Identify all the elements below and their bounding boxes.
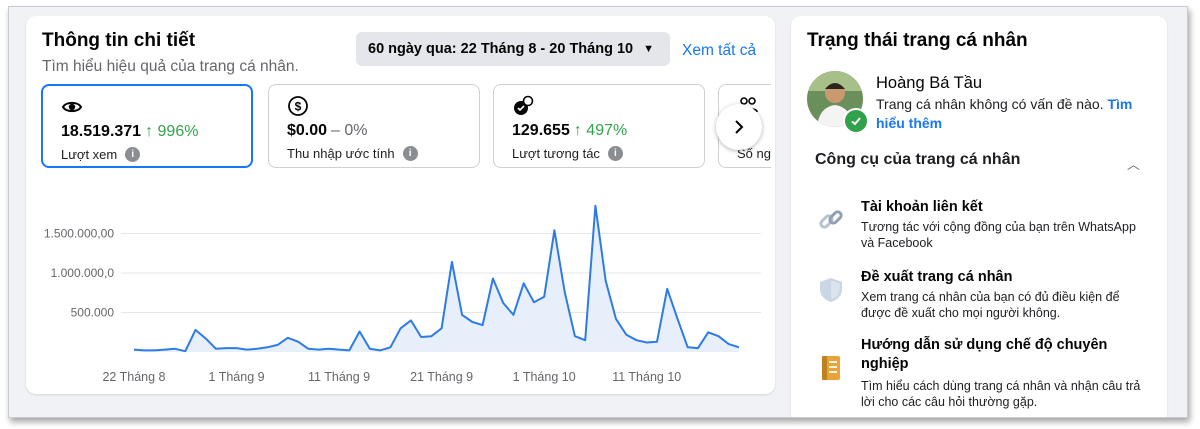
x-tick-label: 22 Tháng 8 xyxy=(102,370,165,384)
info-icon[interactable]: i xyxy=(402,146,418,161)
metric-card-views[interactable]: 18.519.371 ↑ 996% Lượt xem i xyxy=(41,84,253,168)
link-icon xyxy=(819,210,843,229)
metric-card-engagement[interactable]: 129.655 ↑ 497% Lượt tương tác i xyxy=(493,84,705,168)
area-fill xyxy=(134,205,739,352)
profile-name: Hoàng Bá Tầu xyxy=(876,74,983,92)
y-tick-label: 1.000.000,0 xyxy=(51,266,115,280)
x-tick-label: 11 Tháng 10 xyxy=(612,370,681,384)
y-tick-label: 500.000 xyxy=(71,306,115,320)
eye-icon xyxy=(61,101,83,113)
profile-status-card: Trạng thái trang cá nhân Hoàng Bá Tầu Tr… xyxy=(791,16,1167,417)
metric-value: $0.00– 0% xyxy=(287,122,368,140)
guide-book-icon xyxy=(822,356,840,380)
y-tick-label: 1.500.000,00 xyxy=(44,227,114,241)
metric-number: $0.00 xyxy=(287,122,328,139)
insights-subtitle: Tìm hiểu hiệu quả của trang cá nhân. xyxy=(42,58,299,75)
series-line-views xyxy=(133,204,740,353)
profile-status-text: Trang cá nhân không có vấn đề nào. Tìm h… xyxy=(876,95,1146,133)
status-message: Trang cá nhân không có vấn đề nào. xyxy=(876,96,1104,112)
x-tick-label: 11 Tháng 9 xyxy=(308,370,370,384)
tool-description: Xem trang cá nhân của bạn có đủ điều kiệ… xyxy=(861,290,1120,320)
info-icon[interactable]: i xyxy=(125,147,141,162)
metric-label-row: Lượt xem i xyxy=(61,147,141,162)
shield-icon xyxy=(820,278,842,302)
svg-text:$: $ xyxy=(295,100,302,114)
tool-description: Tương tác với cộng đồng của bạn trên Wha… xyxy=(861,220,1136,250)
profile-status-title: Trạng thái trang cá nhân xyxy=(807,30,1028,51)
caret-down-icon: ▼ xyxy=(643,43,654,55)
see-all-link[interactable]: Xem tất cả xyxy=(682,42,756,60)
chevron-right-icon xyxy=(735,120,744,134)
metric-change: ↑ 996% xyxy=(145,123,199,140)
insights-title: Thông tin chi tiết xyxy=(42,30,196,51)
metric-number: 129.655 xyxy=(512,122,570,139)
tool-description: Tìm hiểu cách dùng trang cá nhân và nhận… xyxy=(861,379,1141,409)
metric-label: Lượt tương tác xyxy=(512,146,600,161)
chevron-up-icon[interactable]: ︿ xyxy=(1127,154,1140,173)
window-frame: Thông tin chi tiết Tìm hiểu hiệu quả của… xyxy=(8,6,1188,418)
metric-label: Thu nhập ước tính xyxy=(287,146,395,161)
metric-card-earnings[interactable]: $ $0.00– 0% Thu nhập ước tính i xyxy=(268,84,480,168)
tool-title: Tài khoản liên kết xyxy=(861,199,983,215)
engagement-icon xyxy=(514,95,534,115)
x-tick-label: 1 Tháng 10 xyxy=(513,370,576,384)
metric-change: ↑ 497% xyxy=(573,122,628,139)
profile-tools-header[interactable]: Công cụ của trang cá nhân xyxy=(815,151,1020,169)
metric-value: 129.655 ↑ 497% xyxy=(512,122,627,140)
date-range-dropdown[interactable]: 60 ngày qua: 22 Tháng 8 - 20 Tháng 10 ▼ xyxy=(356,32,670,66)
metric-change: – 0% xyxy=(331,122,368,139)
metric-number: 18.519.371 xyxy=(61,123,142,140)
info-icon[interactable]: i xyxy=(607,146,623,161)
metric-value: 18.519.371 ↑ 996% xyxy=(61,123,198,141)
metric-label-row: Lượt tương tác i xyxy=(512,146,623,161)
tool-title: Đề xuất trang cá nhân xyxy=(861,269,1013,285)
x-tick-label: 21 Tháng 9 xyxy=(410,370,473,384)
dollar-icon: $ xyxy=(288,96,308,116)
metrics-row: 18.519.371 ↑ 996% Lượt xem i $ $0.00– 0% … xyxy=(41,83,771,173)
next-arrow-button[interactable] xyxy=(716,104,762,150)
x-tick-label: 1 Tháng 9 xyxy=(209,370,265,384)
views-line-chart: 500.000 1.000.000,0 1.500.000,00 22 Tháng 8… xyxy=(44,204,761,384)
verified-check-icon xyxy=(843,108,869,134)
tool-title: Hướng dẫn sử dụng chế độ chuyên nghiệp xyxy=(861,337,1108,372)
date-range-label: 60 ngày qua: 22 Tháng 8 - 20 Tháng 10 xyxy=(368,41,634,57)
insights-card: Thông tin chi tiết Tìm hiểu hiệu quả của… xyxy=(26,16,775,394)
metric-label: Lượt xem xyxy=(61,147,118,162)
metric-label-row: Thu nhập ước tính i xyxy=(287,146,418,161)
